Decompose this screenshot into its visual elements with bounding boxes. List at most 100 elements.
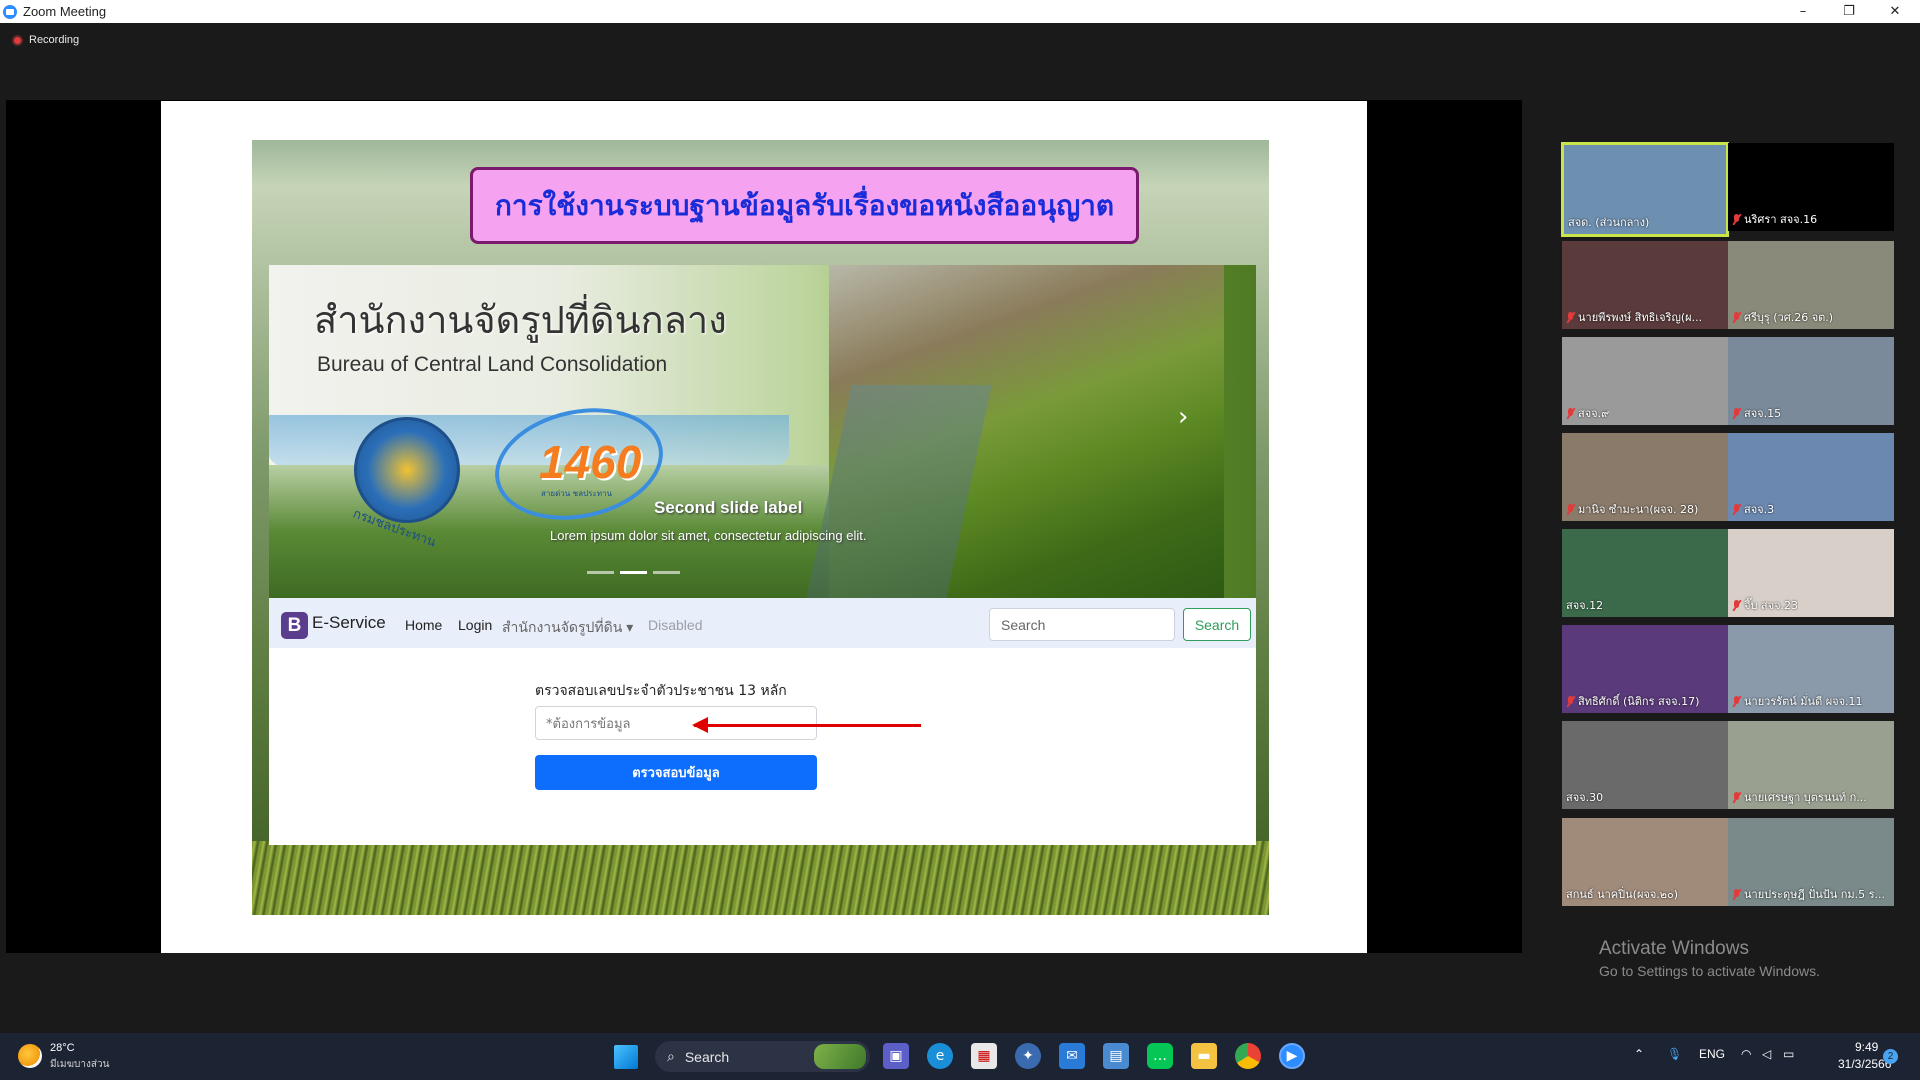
participant-name-text: สจจ.๙ <box>1578 407 1610 420</box>
participant-tile[interactable]: สกนธ์ นาคปิ่น(ผจจ.๒๐) <box>1562 818 1728 906</box>
carousel-indicator[interactable] <box>587 571 614 574</box>
banner-title-en: Bureau of Central Land Consolidation <box>317 353 668 376</box>
farmers-photo <box>829 265 1224 598</box>
id-check-label: ตรวจสอบเลขประจำตัวประชาชน 13 หลัก <box>535 683 787 699</box>
participant-tile[interactable]: นายวรรัตน์ มั่นดี ผจจ.11 <box>1728 625 1894 713</box>
bootstrap-logo-icon[interactable]: B <box>281 612 308 639</box>
recording-label: Recording <box>29 34 80 46</box>
windows-start-icon[interactable] <box>614 1045 638 1069</box>
nav-disabled: Disabled <box>648 617 703 633</box>
participant-tile[interactable]: สจจ.๙ <box>1562 337 1728 425</box>
hotline-caption: สายด่วน ชลประทาน <box>541 489 612 498</box>
participant-tile[interactable]: สจจ.3 <box>1728 433 1894 521</box>
wifi-icon[interactable]: ◠ <box>1741 1047 1751 1061</box>
participant-tile[interactable]: ศรีบุรุ (วศ.26 จต.) <box>1728 241 1894 329</box>
mic-muted-icon <box>1732 503 1741 515</box>
restore-button[interactable]: ❐ <box>1826 0 1872 23</box>
weather-description[interactable]: มีเมฆบางส่วน <box>50 1057 109 1072</box>
mic-muted-icon <box>1732 791 1741 803</box>
participant-name: นายเศรษฐา บุตรนนท์ ก... <box>1732 788 1867 806</box>
zoom-app-icon <box>3 4 17 19</box>
search-highlight-image <box>814 1044 866 1069</box>
chrome-icon[interactable] <box>1235 1043 1261 1069</box>
participant-name-text: นายเศรษฐา บุตรนนท์ ก... <box>1744 791 1867 804</box>
citizen-id-input[interactable]: *ต้องการข้อมูล <box>535 706 817 740</box>
clock-time[interactable]: 9:49 <box>1855 1040 1878 1054</box>
participant-name-text: สจจ.3 <box>1744 503 1775 516</box>
weather-icon[interactable] <box>18 1044 42 1068</box>
notification-badge[interactable]: 2 <box>1883 1049 1898 1064</box>
teams-chat-icon[interactable]: ▣ <box>883 1043 909 1069</box>
navbar-brand[interactable]: E-Service <box>312 613 386 633</box>
mail-icon[interactable]: ✉ <box>1059 1043 1085 1069</box>
participant-tile[interactable]: สจจ.12 <box>1562 529 1728 617</box>
taskbar-search[interactable]: ⌕ Search <box>655 1041 870 1072</box>
participant-tile[interactable]: สิทธิศักดิ์ (นิติกร สจจ.17) <box>1562 625 1728 713</box>
participant-name-text: ศรีบุรุ (วศ.26 จต.) <box>1744 311 1834 324</box>
navbar: B E-Service Home Login สำนักงานจัดรูปที่… <box>269 598 1256 648</box>
participant-name: สจจ.๙ <box>1566 404 1609 422</box>
carousel-indicator-active[interactable] <box>620 571 647 574</box>
language-indicator[interactable]: ENG <box>1699 1047 1725 1061</box>
participant-name-text: สกนธ์ นาคปิ่น(ผจจ.๒๐) <box>1566 888 1679 901</box>
participant-name-text: สจจ.30 <box>1566 791 1604 804</box>
participant-name-text: นายพีรพงษ์ สิทธิเจริญ(ผ... <box>1578 311 1703 324</box>
microphone-icon[interactable]: 🎙 <box>1667 1047 1682 1061</box>
search-input[interactable]: Search <box>989 608 1175 641</box>
carousel-slide-description: Lorem ipsum dolor sit amet, consectetur … <box>550 528 867 543</box>
network-app-icon[interactable]: ✦ <box>1015 1043 1041 1069</box>
participant-name-text: สจจ.15 <box>1744 407 1782 420</box>
recording-icon <box>12 34 23 46</box>
participant-name: สจจ.15 <box>1732 404 1781 422</box>
check-data-button[interactable]: ตรวจสอบข้อมูล <box>535 755 817 790</box>
participant-name: สิทธิศักดิ์ (นิติกร สจจ.17) <box>1566 692 1699 710</box>
zoom-taskbar-icon[interactable]: ▶ <box>1279 1043 1305 1069</box>
participant-name-text: จี๊บ สจจ.23 <box>1744 599 1799 612</box>
banner-title-th: สำนักงานจัดรูปที่ดินกลาง <box>314 298 727 342</box>
participant-tile[interactable]: มานิจ ซำมะนา(ผจจ. 28) <box>1562 433 1728 521</box>
participant-tile[interactable]: สจด. (ส่วนกลาง) <box>1561 142 1729 237</box>
rice-field-decoration <box>252 841 1269 915</box>
mic-muted-icon <box>1566 407 1575 419</box>
photos-icon[interactable]: ▤ <box>1103 1043 1129 1069</box>
close-button[interactable]: ✕ <box>1872 0 1918 23</box>
participant-tile[interactable]: นายประดุษฎี ปั่นป้น กม.5 ร... <box>1728 818 1894 906</box>
participant-tile[interactable]: สจจ.15 <box>1728 337 1894 425</box>
tray-overflow-icon[interactable]: ⌃ <box>1634 1047 1644 1061</box>
app-icon[interactable]: ▦ <box>971 1043 997 1069</box>
recording-indicator[interactable]: Recording <box>12 34 79 46</box>
taskbar-search-label: Search <box>684 1048 730 1065</box>
carousel-indicator[interactable] <box>653 571 680 574</box>
nav-home[interactable]: Home <box>405 617 442 633</box>
edge-browser-icon[interactable]: e <box>927 1043 953 1069</box>
search-button[interactable]: Search <box>1183 608 1251 641</box>
participant-name: สจจ.3 <box>1732 500 1774 518</box>
mic-muted-icon <box>1566 695 1575 707</box>
participant-tile[interactable]: นายเศรษฐา บุตรนนท์ ก... <box>1728 721 1894 809</box>
nav-dropdown[interactable]: สำนักงานจัดรูปที่ดิน ▾ <box>502 617 633 639</box>
slide-title: การใช้งานระบบฐานข้อมูลรับเรื่องขอหนังสือ… <box>494 188 1115 222</box>
participant-tile[interactable]: นริศรา สจจ.16 <box>1728 143 1894 231</box>
volume-icon[interactable]: ◁ <box>1762 1047 1771 1061</box>
participant-tile[interactable]: จี๊บ สจจ.23 <box>1728 529 1894 617</box>
participant-name: จี๊บ สจจ.23 <box>1732 596 1798 614</box>
file-explorer-icon[interactable]: ▬ <box>1191 1043 1217 1069</box>
carousel-next-icon[interactable]: › <box>1178 402 1188 432</box>
participant-tile[interactable]: นายพีรพงษ์ สิทธิเจริญ(ผ... <box>1562 241 1728 329</box>
participant-name: นายพีรพงษ์ สิทธิเจริญ(ผ... <box>1566 308 1702 326</box>
slide-title-box: การใช้งานระบบฐานข้อมูลรับเรื่องขอหนังสือ… <box>470 167 1139 244</box>
mic-muted-icon <box>1732 888 1741 900</box>
participant-name: สจจ.12 <box>1566 596 1603 614</box>
minimize-button[interactable]: – <box>1780 0 1826 23</box>
mic-muted-icon <box>1732 311 1741 323</box>
participant-name: ศรีบุรุ (วศ.26 จต.) <box>1732 308 1833 326</box>
search-icon: ⌕ <box>667 1048 675 1064</box>
weather-temperature[interactable]: 28°C <box>50 1042 75 1054</box>
participant-name: นริศรา สจจ.16 <box>1732 210 1817 228</box>
line-app-icon[interactable]: … <box>1147 1043 1173 1069</box>
nav-login[interactable]: Login <box>458 617 492 633</box>
hotline-number: 1460 <box>539 436 642 488</box>
battery-icon[interactable]: ▭ <box>1783 1047 1794 1061</box>
participant-tile[interactable]: สจจ.30 <box>1562 721 1728 809</box>
participant-name: สจจ.30 <box>1566 788 1603 806</box>
